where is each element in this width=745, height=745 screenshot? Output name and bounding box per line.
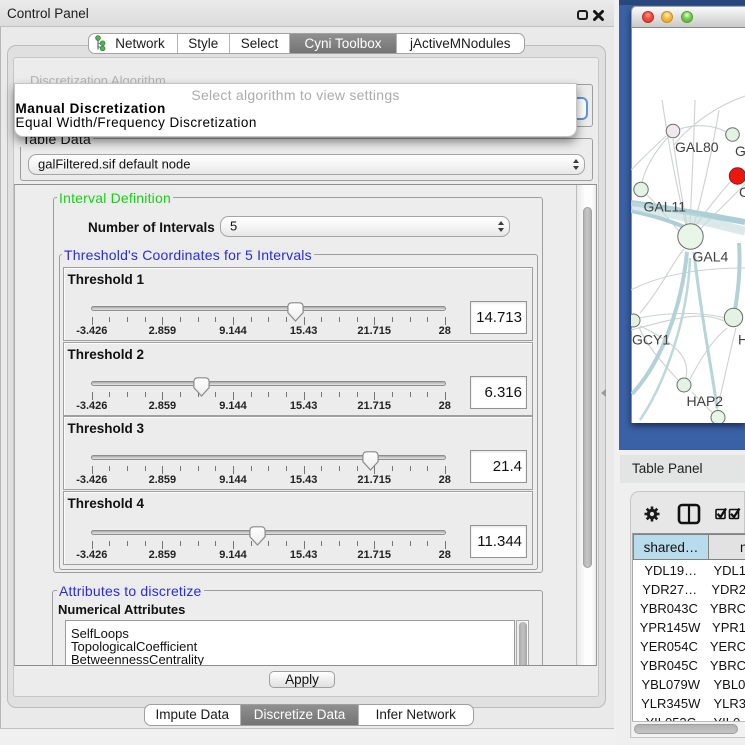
svg-text:GAL11: GAL11 (644, 199, 687, 215)
svg-text:C: C (739, 184, 745, 200)
svg-text:GAL4: GAL4 (693, 249, 729, 265)
svg-text:GAL80: GAL80 (675, 139, 719, 155)
svg-text:HAP2: HAP2 (687, 393, 724, 409)
svg-text:GCY1: GCY1 (632, 332, 670, 348)
svg-text:GA: GA (735, 143, 745, 159)
svg-text:H: H (738, 332, 745, 348)
